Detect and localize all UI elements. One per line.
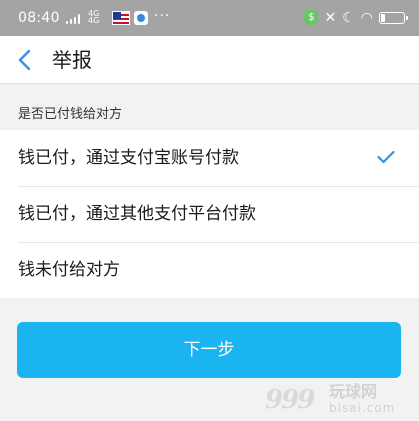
more-notifications-icon: ··· [154,8,171,24]
back-button[interactable] [8,42,44,78]
option-not-paid[interactable]: 钱未付给对方 [0,242,419,298]
status-bar: 08:40 4G 4G ··· $ ✕ ☾ ◠ [0,0,419,36]
security-shield-icon: $ [304,10,319,26]
notification-flag-icon [112,11,130,25]
watermark-domain: bisai.com [329,401,396,415]
chevron-left-icon [18,50,31,70]
vibrate-off-icon: ✕ [324,10,337,26]
network-type-icon: 4G 4G [88,9,100,25]
page-title: 举报 [52,48,92,72]
option-paid-other-platform[interactable]: 钱已付，通过其他支付平台付款 [0,186,419,242]
status-icons-right: $ ✕ ☾ ◠ [304,9,408,27]
option-label: 钱已付，通过支付宝账号付款 [18,148,239,168]
section-header: 是否已付钱给对方 [18,107,123,122]
navigation-bar: 举报 [0,36,419,84]
option-label: 钱已付，通过其他支付平台付款 [18,204,256,224]
signal-strength-icon [66,12,84,24]
option-paid-alipay[interactable]: 钱已付，通过支付宝账号付款 [0,130,419,186]
check-icon [377,150,395,164]
notification-app-icon [134,11,148,25]
payment-options-list: 钱已付，通过支付宝账号付款 钱已付，通过其他支付平台付款 钱未付给对方 [0,130,419,298]
watermark-chinese: 玩球网 [329,382,378,401]
next-step-button[interactable]: 下一步 [17,322,401,378]
status-time: 08:40 [18,10,60,26]
option-label: 钱未付给对方 [18,260,120,280]
watermark-number: 999 [265,385,315,415]
battery-icon [379,12,408,24]
battery-level [381,14,385,22]
watermark-logo: 999 玩球网 bisai.com [265,383,405,419]
do-not-disturb-moon-icon: ☾ [342,10,355,26]
headphone-icon: ◠ [360,10,373,26]
